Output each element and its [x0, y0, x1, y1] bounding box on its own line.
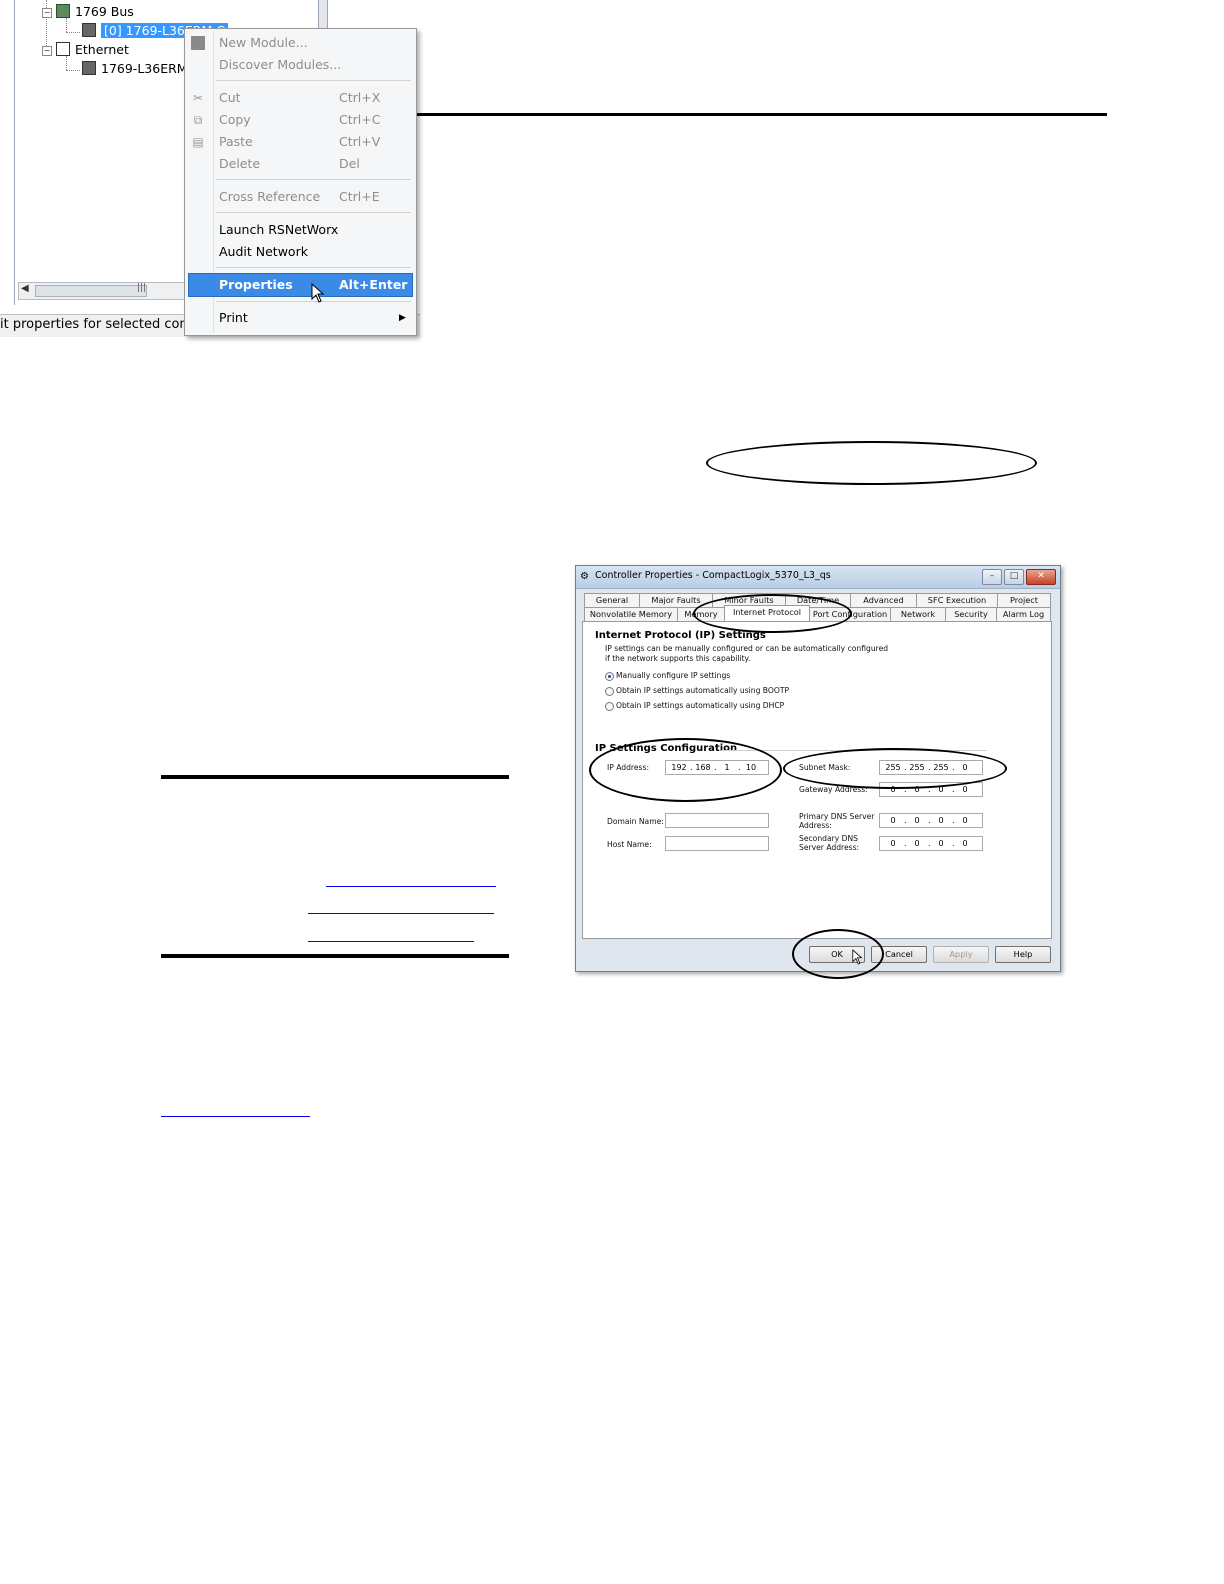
link-underline[interactable] — [308, 941, 474, 942]
tab-security[interactable]: Security — [945, 607, 997, 621]
menu-item-cross-reference[interactable]: Cross Reference Ctrl+E — [185, 186, 416, 208]
secondary-dns-label: Secondary DNS — [799, 834, 858, 843]
highlight-ellipse-properties — [706, 441, 1037, 485]
menu-item-discover-modules[interactable]: Discover Modules... — [185, 54, 416, 76]
menu-item-launch-rsnetworx[interactable]: Launch RSNetWorx — [185, 219, 416, 241]
tree-connector — [66, 32, 80, 33]
config-section-title: IP Settings Configuration — [595, 743, 738, 754]
primary-dns-field[interactable]: 0. 0. 0. 0 — [879, 813, 983, 828]
minimize-button[interactable]: – — [982, 569, 1002, 585]
tree-connector — [66, 70, 80, 71]
tab-sfc-execution[interactable]: SFC Execution — [916, 593, 998, 607]
close-button[interactable]: ✕ — [1026, 569, 1056, 585]
description-text: IP settings can be manually configured o… — [605, 644, 889, 653]
host-name-field[interactable] — [665, 836, 769, 851]
scrollbar-thumb[interactable] — [35, 285, 147, 297]
maximize-button[interactable]: □ — [1004, 569, 1024, 585]
menu-item-new-module[interactable]: New Module... — [185, 32, 416, 54]
subnet-mask-field[interactable]: 255. 255. 255. 0 — [879, 760, 983, 775]
domain-name-field[interactable] — [665, 813, 769, 828]
controller-icon: ⚙ — [580, 571, 589, 582]
mouse-pointer-icon — [311, 283, 325, 303]
section-title: Internet Protocol (IP) Settings — [595, 630, 766, 641]
tab-port-configuration[interactable]: Port Configuration — [809, 607, 891, 621]
menu-separator — [216, 80, 411, 81]
gateway-address-field[interactable]: 0. 0. 0. 0 — [879, 782, 983, 797]
dialog-title: Controller Properties - CompactLogix_537… — [595, 570, 831, 581]
network-icon — [56, 42, 70, 56]
controller-module-icon — [82, 61, 96, 75]
subnet-mask-label: Subnet Mask: — [799, 763, 851, 772]
internet-protocol-panel: Internet Protocol (IP) Settings IP setti… — [582, 621, 1052, 939]
tab-internet-protocol[interactable]: Internet Protocol — [724, 605, 810, 621]
description-text: if the network supports this capability. — [605, 654, 751, 663]
menu-item-cut[interactable]: ✂ Cut Ctrl+X — [185, 87, 416, 109]
menu-item-print[interactable]: Print ▶ — [185, 307, 416, 329]
dialog-titlebar: ⚙ Controller Properties - CompactLogix_5… — [576, 566, 1060, 589]
menu-separator — [216, 212, 411, 213]
context-menu: New Module... Discover Modules... ✂ Cut … — [184, 28, 417, 336]
secondary-dns-field[interactable]: 0. 0. 0. 0 — [879, 836, 983, 851]
radio-manual-ip[interactable] — [605, 672, 614, 681]
menu-item-copy[interactable]: ⧉ Copy Ctrl+C — [185, 109, 416, 131]
submenu-arrow-icon: ▶ — [399, 313, 406, 323]
radio-label: Manually configure IP settings — [616, 671, 731, 680]
radio-bootp[interactable] — [605, 687, 614, 696]
menu-item-delete[interactable]: Delete Del — [185, 153, 416, 175]
link-underline[interactable] — [161, 1116, 310, 1117]
gateway-address-label: Gateway Address: — [799, 785, 868, 794]
primary-dns-label: Address: — [799, 821, 832, 830]
tab-advanced[interactable]: Advanced — [850, 593, 917, 607]
link-underline[interactable] — [326, 886, 496, 887]
tree-connector — [66, 18, 67, 32]
backplane-icon — [56, 4, 70, 18]
collapse-icon[interactable]: − — [42, 46, 52, 56]
menu-item-properties[interactable]: Properties Alt+Enter — [188, 273, 413, 297]
menu-separator — [216, 267, 411, 268]
group-divider — [721, 750, 987, 751]
tab-nonvolatile-memory[interactable]: Nonvolatile Memory — [584, 607, 678, 621]
tab-alarm-log[interactable]: Alarm Log — [996, 607, 1051, 621]
tab-general[interactable]: General — [584, 593, 640, 607]
tree-node-ethernet-controller[interactable]: 1769-L36ERM C — [82, 61, 200, 77]
radio-label: Obtain IP settings automatically using B… — [616, 686, 790, 695]
note-top-rule — [161, 775, 509, 779]
tab-project[interactable]: Project — [997, 593, 1051, 607]
scrollbar-grip-icon: ||| — [137, 283, 147, 293]
menu-separator — [216, 179, 411, 180]
help-button[interactable]: Help — [995, 946, 1051, 963]
new-module-icon — [191, 36, 205, 50]
tab-major-faults[interactable]: Major Faults — [639, 593, 713, 607]
apply-button[interactable]: Apply — [933, 946, 989, 963]
context-menu-screenshot: −1769 Bus [0] 1769-L36ERM C − Ethernet 17… — [0, 0, 420, 342]
ip-address-field[interactable]: 192. 168. 1. 10 — [665, 760, 769, 775]
ip-address-label: IP Address: — [607, 763, 650, 772]
scroll-left-arrow-icon[interactable]: ◀ — [21, 283, 29, 294]
link-underline[interactable] — [308, 913, 494, 914]
tree-connector — [66, 56, 67, 70]
tree-node-ethernet[interactable]: − Ethernet — [42, 42, 129, 58]
copy-icon: ⧉ — [193, 113, 203, 127]
primary-dns-label: Primary DNS Server — [799, 812, 875, 821]
mouse-pointer-icon — [852, 949, 863, 965]
paste-icon: ▤ — [192, 135, 204, 149]
controller-module-icon — [82, 23, 96, 37]
menu-item-audit-network[interactable]: Audit Network — [185, 241, 416, 263]
note-bottom-rule — [161, 954, 509, 958]
controller-properties-dialog: ⚙ Controller Properties - CompactLogix_5… — [575, 565, 1061, 972]
tab-network[interactable]: Network — [890, 607, 946, 621]
secondary-dns-label: Server Address: — [799, 843, 860, 852]
radio-dhcp[interactable] — [605, 702, 614, 711]
tab-memory[interactable]: Memory — [677, 607, 725, 621]
collapse-icon[interactable]: − — [42, 8, 52, 18]
tree-node-1769-bus[interactable]: −1769 Bus — [42, 4, 134, 20]
host-name-label: Host Name: — [607, 840, 652, 849]
scissors-icon: ✂ — [192, 91, 204, 105]
radio-label: Obtain IP settings automatically using D… — [616, 701, 785, 710]
menu-item-paste[interactable]: ▤ Paste Ctrl+V — [185, 131, 416, 153]
cancel-button[interactable]: Cancel — [871, 946, 927, 963]
domain-name-label: Domain Name: — [607, 817, 664, 826]
